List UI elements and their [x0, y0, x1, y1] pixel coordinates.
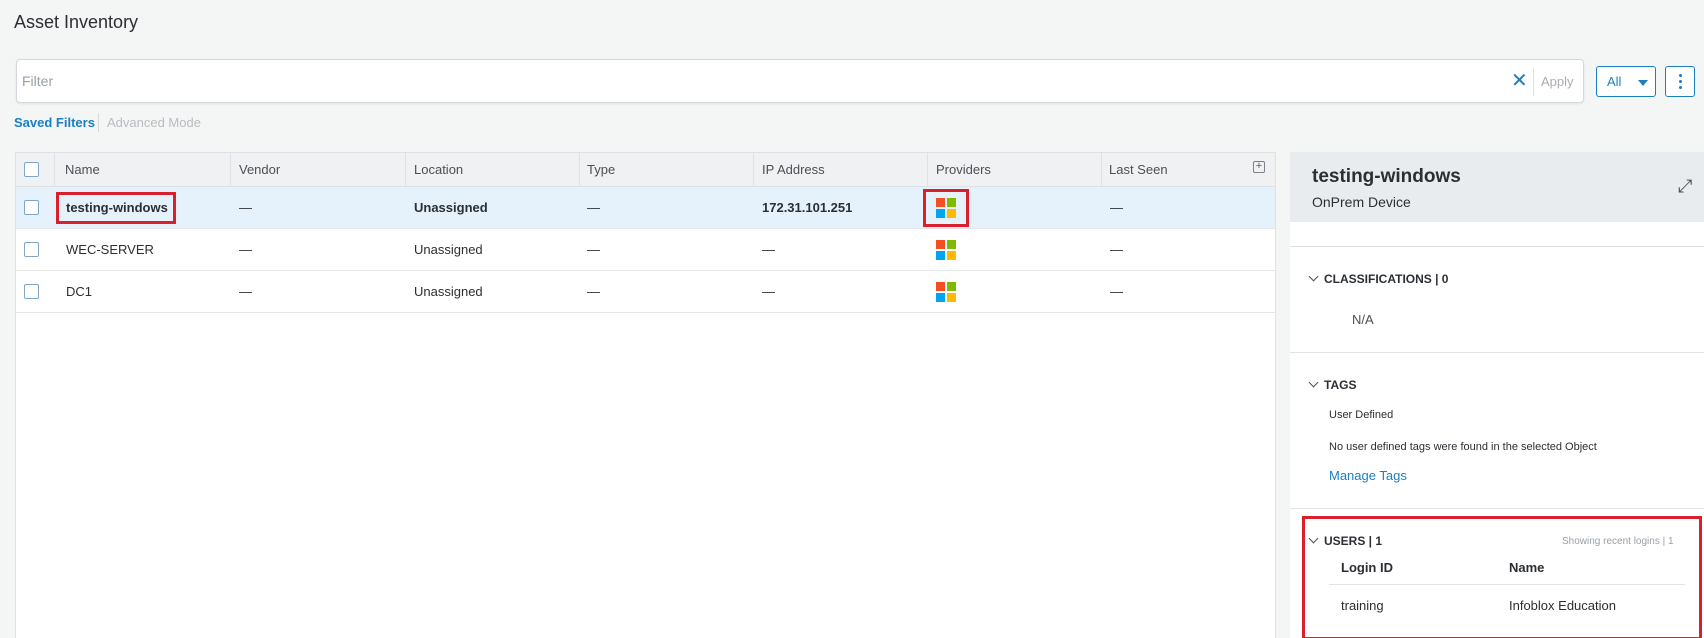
- highlight-box: [1302, 516, 1702, 638]
- more-options-button[interactable]: [1665, 66, 1695, 97]
- chevron-down-icon: [1308, 271, 1319, 282]
- tags-section-toggle[interactable]: TAGS: [1308, 377, 1357, 392]
- kebab-icon: [1679, 74, 1682, 77]
- scope-dropdown[interactable]: All: [1596, 66, 1656, 97]
- cell-ip-address: —: [762, 284, 775, 299]
- cell-location: Unassigned: [414, 284, 483, 299]
- column-divider: [753, 153, 754, 187]
- column-header-last-seen[interactable]: Last Seen: [1109, 162, 1168, 177]
- table-row[interactable]: WEC-SERVER — Unassigned — — —: [16, 229, 1275, 271]
- apply-button[interactable]: Apply: [1541, 74, 1574, 89]
- column-divider: [579, 153, 580, 187]
- column-header-vendor[interactable]: Vendor: [239, 162, 280, 177]
- cell-last-seen: —: [1110, 242, 1123, 257]
- tags-group-label: User Defined: [1329, 409, 1394, 421]
- column-header-ip-address[interactable]: IP Address: [762, 162, 825, 177]
- add-column-icon[interactable]: +: [1253, 161, 1265, 173]
- classifications-section-toggle[interactable]: CLASSIFICATIONS | 0: [1308, 271, 1449, 286]
- manage-tags-link[interactable]: Manage Tags: [1329, 468, 1407, 483]
- cell-last-seen: —: [1110, 200, 1123, 215]
- highlight-box: [56, 192, 176, 224]
- classifications-title: CLASSIFICATIONS | 0: [1324, 272, 1449, 286]
- classifications-value: N/A: [1352, 312, 1374, 327]
- saved-filters-link[interactable]: Saved Filters: [14, 115, 95, 130]
- table-row[interactable]: testing-windows — Unassigned — 172.31.10…: [16, 187, 1275, 229]
- row-checkbox[interactable]: [24, 200, 39, 215]
- section-divider: [1290, 352, 1704, 353]
- details-panel: testing-windows OnPrem Device ⤢ CLASSIFI…: [1290, 152, 1704, 638]
- row-checkbox[interactable]: [24, 242, 39, 257]
- cell-last-seen: —: [1110, 284, 1123, 299]
- tags-empty-text: No user defined tags were found in the s…: [1329, 441, 1597, 453]
- cell-vendor: —: [239, 284, 252, 299]
- microsoft-logo-icon: [936, 240, 956, 260]
- scope-dropdown-label: All: [1607, 74, 1622, 89]
- filter-divider: [1533, 68, 1534, 96]
- table-header: Name Vendor Location Type IP Address Pro…: [16, 153, 1275, 187]
- asset-table: Name Vendor Location Type IP Address Pro…: [15, 152, 1276, 638]
- page-title: Asset Inventory: [14, 12, 139, 32]
- cell-vendor: —: [239, 200, 252, 215]
- cell-type: —: [587, 242, 600, 257]
- column-divider: [1101, 153, 1102, 187]
- cell-vendor: —: [239, 242, 252, 257]
- cell-ip-address: —: [762, 242, 775, 257]
- cell-location: Unassigned: [414, 242, 483, 257]
- kebab-icon-dot: [1679, 86, 1682, 89]
- subnav-divider: [98, 113, 99, 132]
- section-divider: [1290, 246, 1704, 247]
- column-divider: [405, 153, 406, 187]
- tags-title: TAGS: [1324, 378, 1357, 392]
- chevron-down-icon: [1308, 377, 1319, 388]
- microsoft-logo-icon: [936, 282, 956, 302]
- column-header-location[interactable]: Location: [414, 162, 463, 177]
- cell-type: —: [587, 284, 600, 299]
- advanced-mode-link[interactable]: Advanced Mode: [107, 115, 201, 130]
- panel-subtitle: OnPrem Device: [1312, 194, 1411, 210]
- section-divider: [1290, 508, 1704, 509]
- row-checkbox[interactable]: [24, 284, 39, 299]
- kebab-icon-dot: [1679, 80, 1682, 83]
- caret-down-icon: [1638, 80, 1648, 86]
- cell-location: Unassigned: [414, 200, 488, 215]
- expand-icon[interactable]: ⤢: [1678, 176, 1692, 197]
- column-divider: [230, 153, 231, 187]
- cell-name[interactable]: DC1: [66, 284, 92, 299]
- panel-header: testing-windows OnPrem Device ⤢: [1290, 152, 1704, 222]
- select-all-checkbox[interactable]: [24, 162, 39, 177]
- column-header-providers[interactable]: Providers: [936, 162, 991, 177]
- cell-ip-address: 172.31.101.251: [762, 200, 853, 215]
- table-row[interactable]: DC1 — Unassigned — — —: [16, 271, 1275, 313]
- filter-placeholder: Filter: [22, 73, 54, 89]
- filter-input[interactable]: Filter ✕ Apply: [16, 59, 1584, 103]
- cell-name[interactable]: WEC-SERVER: [66, 242, 154, 257]
- column-header-name[interactable]: Name: [65, 162, 100, 177]
- panel-title: testing-windows: [1312, 166, 1461, 187]
- highlight-box: [923, 189, 969, 227]
- column-divider: [54, 153, 55, 187]
- clear-filter-icon[interactable]: ✕: [1511, 69, 1528, 93]
- column-header-type[interactable]: Type: [587, 162, 615, 177]
- cell-type: —: [587, 200, 600, 215]
- column-divider: [927, 153, 928, 187]
